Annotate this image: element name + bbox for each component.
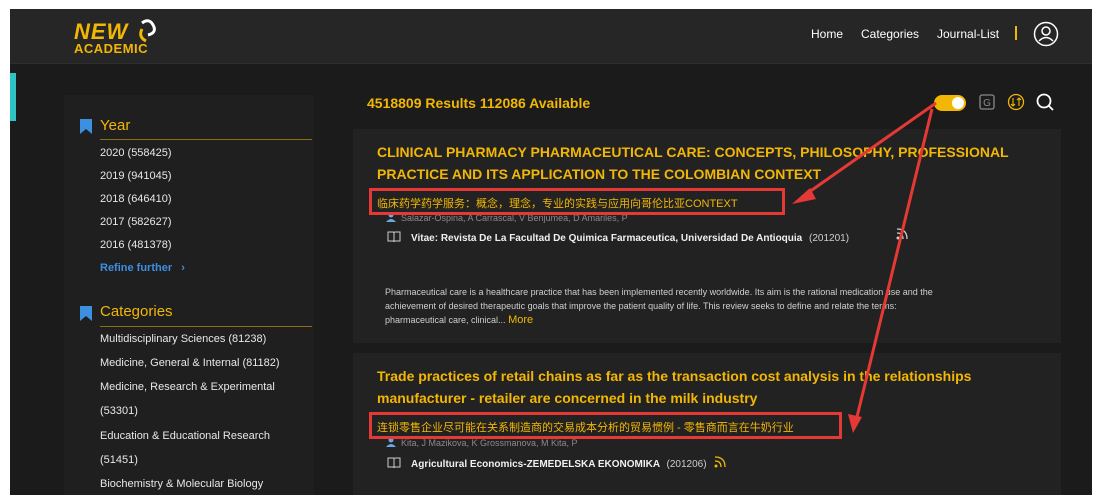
category-filter-item[interactable]: Medicine, Research & Experimental: [100, 381, 275, 393]
category-filter-item-count[interactable]: (51451): [100, 454, 138, 466]
logo-academic: ACADEMIC: [74, 41, 149, 56]
result-title-line: Trade practices of retail chains as far …: [377, 368, 972, 384]
app-frame: NEW ACADEMIC Home Categories Journal-Lis…: [10, 9, 1092, 495]
side-tab-marker[interactable]: [10, 73, 16, 121]
category-filter-item[interactable]: Education & Educational Research: [100, 430, 270, 442]
bookmark-icon: [80, 306, 92, 321]
year-filter-item[interactable]: 2020 (558425): [100, 147, 172, 159]
refine-label: Refine further: [100, 262, 173, 274]
publication-date: (201201): [809, 233, 850, 244]
category-filter-item-count[interactable]: (53301): [100, 405, 138, 417]
result-authors: Kita, J Mazikova, K Grossmanova, M Kita,…: [401, 438, 578, 448]
rss-icon[interactable]: [713, 455, 727, 469]
result-title-line: PRACTICE AND ITS APPLICATION TO THE COLO…: [377, 166, 822, 182]
result-journal[interactable]: Agricultural Economics-ZEMEDELSKA EKONOM…: [411, 459, 707, 470]
google-scholar-icon[interactable]: G: [978, 93, 996, 111]
nav-categories[interactable]: Categories: [861, 27, 919, 41]
result-abstract: Pharmaceutical care is a healthcare prac…: [385, 285, 1045, 327]
annotation-box: [369, 412, 842, 439]
year-filter-item[interactable]: 2018 (646410): [100, 193, 172, 205]
book-icon: [387, 457, 401, 469]
journal-name: Vitae: Revista De La Facultad De Quimica…: [411, 233, 803, 244]
category-filter-item[interactable]: Biochemistry & Molecular Biology: [100, 478, 263, 490]
results-count: 4518809 Results: [367, 95, 476, 111]
search-icon[interactable]: [1035, 92, 1055, 112]
filter-sidebar: Year 2020 (558425) 2019 (941045) 2018 (6…: [64, 95, 314, 495]
rss-icon[interactable]: [895, 227, 909, 241]
categories-filter-title: Categories: [100, 303, 173, 320]
results-summary: 4518809 Results 112086 Available: [367, 95, 590, 111]
abstract-line: pharmaceutical care, clinical...: [385, 315, 506, 325]
divider: [100, 139, 312, 140]
bookmark-icon: [80, 119, 92, 134]
results-available: 112086 Available: [479, 95, 591, 111]
year-filter-title: Year: [100, 117, 131, 134]
logo[interactable]: NEW ACADEMIC: [72, 17, 172, 57]
year-filter-item[interactable]: 2019 (941045): [100, 170, 172, 182]
divider: [100, 326, 312, 327]
sort-icon[interactable]: [1007, 93, 1025, 111]
translation-toggle[interactable]: [934, 95, 966, 111]
more-link[interactable]: More: [508, 314, 533, 326]
chevron-right-icon: ›: [181, 262, 185, 274]
top-nav-bar: NEW ACADEMIC Home Categories Journal-Lis…: [10, 9, 1092, 64]
nav-divider: [1015, 26, 1017, 40]
svg-text:G: G: [983, 98, 991, 109]
nav-journal-list[interactable]: Journal-List: [937, 27, 999, 41]
logo-mark-icon: [139, 19, 156, 43]
abstract-line: achievement of desired therapeutic goals…: [385, 301, 897, 311]
result-title-line: manufacturer - retailer are concerned in…: [377, 390, 758, 406]
result-journal[interactable]: Vitae: Revista De La Facultad De Quimica…: [411, 233, 849, 244]
result-title[interactable]: Trade practices of retail chains as far …: [377, 365, 1037, 409]
result-title-line: CLINICAL PHARMACY PHARMACEUTICAL CARE: C…: [377, 144, 1009, 160]
category-filter-item[interactable]: Multidisciplinary Sciences (81238): [100, 333, 266, 345]
category-filter-item[interactable]: Medicine, General & Internal (81182): [100, 357, 280, 369]
result-card: CLINICAL PHARMACY PHARMACEUTICAL CARE: C…: [353, 129, 1061, 343]
publication-date: (201206): [666, 459, 707, 470]
annotation-box: [369, 188, 785, 215]
user-account-icon[interactable]: [1033, 21, 1059, 47]
nav-home[interactable]: Home: [811, 27, 843, 41]
journal-name: Agricultural Economics-ZEMEDELSKA EKONOM…: [411, 459, 660, 470]
refine-further-link[interactable]: Refine further ›: [100, 262, 185, 274]
year-filter-item[interactable]: 2017 (582627): [100, 216, 172, 228]
abstract-line: Pharmaceutical care is a healthcare prac…: [385, 287, 933, 297]
toggle-knob: [952, 97, 964, 109]
year-filter-item[interactable]: 2016 (481378): [100, 239, 172, 251]
result-title[interactable]: CLINICAL PHARMACY PHARMACEUTICAL CARE: C…: [377, 141, 1037, 185]
book-icon: [387, 231, 401, 243]
